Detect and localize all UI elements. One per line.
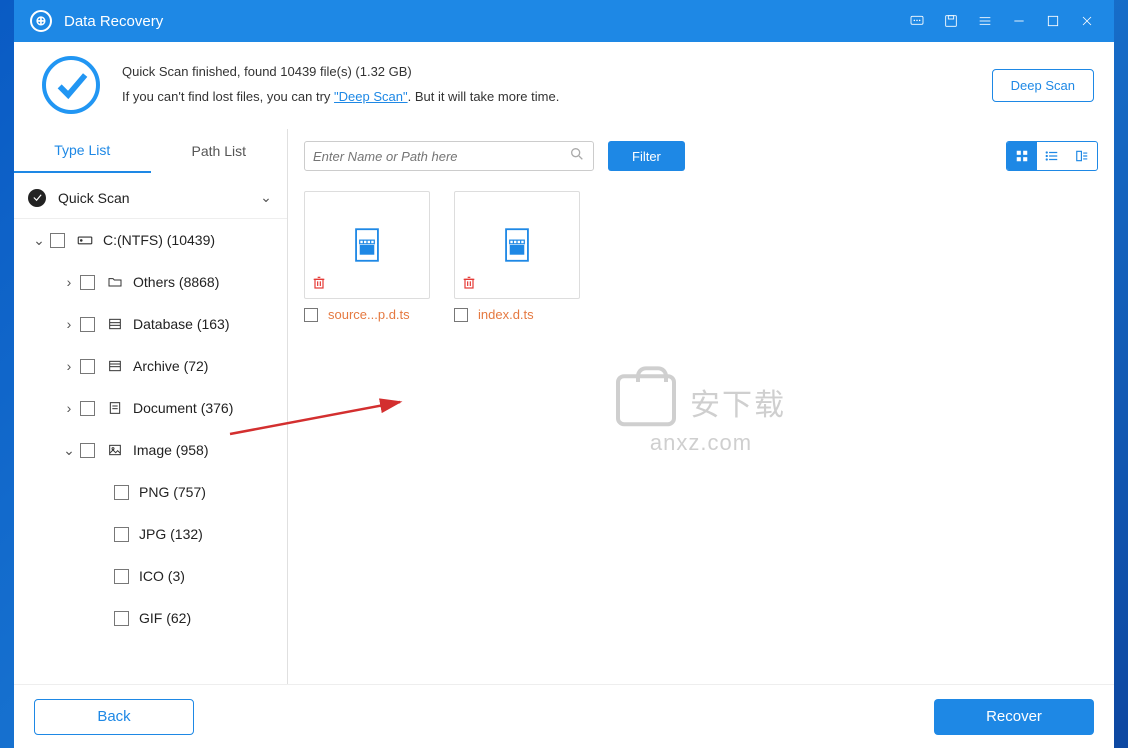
file-thumbnail[interactable] xyxy=(454,191,580,299)
app-window: ⊕ Data Recovery Quick Scan finished, fou… xyxy=(14,0,1114,748)
view-switch xyxy=(1006,141,1098,171)
file-item[interactable]: index.d.ts xyxy=(454,191,584,322)
banner-line2: If you can't find lost files, you can tr… xyxy=(122,85,992,110)
deep-scan-link[interactable]: "Deep Scan" xyxy=(334,89,408,104)
tree-item-image[interactable]: ⌄ Image (958) xyxy=(14,429,287,471)
database-icon xyxy=(105,314,125,334)
recover-button[interactable]: Recover xyxy=(934,699,1094,735)
app-title: Data Recovery xyxy=(64,13,900,30)
footer: Back Recover xyxy=(14,684,1114,748)
app-logo-icon: ⊕ xyxy=(30,10,52,32)
checkbox[interactable] xyxy=(114,527,129,542)
feedback-icon[interactable] xyxy=(900,0,934,42)
search-box[interactable] xyxy=(304,141,594,171)
deep-scan-button[interactable]: Deep Scan xyxy=(992,69,1094,102)
trash-icon xyxy=(461,274,481,294)
title-bar: ⊕ Data Recovery xyxy=(14,0,1114,42)
checkbox[interactable] xyxy=(80,317,95,332)
tree-item-gif[interactable]: GIF (62) xyxy=(14,597,287,639)
maximize-button[interactable] xyxy=(1036,0,1070,42)
search-input[interactable] xyxy=(313,149,569,164)
checkbox[interactable] xyxy=(114,569,129,584)
minimize-button[interactable] xyxy=(1002,0,1036,42)
checkbox[interactable] xyxy=(114,485,129,500)
check-badge-icon xyxy=(28,189,46,207)
chevron-down-icon[interactable]: ⌄ xyxy=(28,232,50,249)
grid-view-button[interactable] xyxy=(1007,142,1037,170)
trash-icon xyxy=(311,274,331,294)
file-tree: Quick Scan ⌄ ⌄ C:(NTFS) (10439) › Others… xyxy=(14,173,287,684)
tree-item-others[interactable]: › Others (8868) xyxy=(14,261,287,303)
tree-item-ico[interactable]: ICO (3) xyxy=(14,555,287,597)
checkbox[interactable] xyxy=(50,233,65,248)
save-icon[interactable] xyxy=(934,0,968,42)
video-file-icon xyxy=(502,228,532,262)
tree-item-archive[interactable]: › Archive (72) xyxy=(14,345,287,387)
close-button[interactable] xyxy=(1070,0,1104,42)
video-file-icon xyxy=(352,228,382,262)
detail-view-button[interactable] xyxy=(1067,142,1097,170)
tree-item-document[interactable]: › Document (376) xyxy=(14,387,287,429)
chevron-right-icon[interactable]: › xyxy=(58,274,80,290)
watermark: 安下载 anxz.com xyxy=(616,374,786,456)
checkbox[interactable] xyxy=(80,401,95,416)
tree-item-png[interactable]: PNG (757) xyxy=(14,471,287,513)
tree-item-jpg[interactable]: JPG (132) xyxy=(14,513,287,555)
filter-button[interactable]: Filter xyxy=(608,141,685,171)
image-icon xyxy=(105,440,125,460)
checkbox[interactable] xyxy=(114,611,129,626)
folder-icon xyxy=(105,272,125,292)
archive-icon xyxy=(105,356,125,376)
checkbox[interactable] xyxy=(80,443,95,458)
list-view-button[interactable] xyxy=(1037,142,1067,170)
search-icon[interactable] xyxy=(569,146,585,167)
content-pane: Filter source...p.d.ts xyxy=(288,129,1114,684)
tree-root[interactable]: Quick Scan ⌄ xyxy=(14,177,287,219)
main-area: Type List Path List Quick Scan ⌄ ⌄ C:(NT… xyxy=(14,129,1114,684)
document-icon xyxy=(105,398,125,418)
back-button[interactable]: Back xyxy=(34,699,194,735)
tab-type-list[interactable]: Type List xyxy=(14,129,151,173)
tree-drive[interactable]: ⌄ C:(NTFS) (10439) xyxy=(14,219,287,261)
checkbox[interactable] xyxy=(304,308,318,322)
chevron-down-icon[interactable]: ⌄ xyxy=(255,189,277,206)
drive-icon xyxy=(75,230,95,250)
chevron-right-icon[interactable]: › xyxy=(58,316,80,332)
checkbox[interactable] xyxy=(80,359,95,374)
content-toolbar: Filter xyxy=(304,141,1098,171)
tab-path-list[interactable]: Path List xyxy=(151,129,288,173)
menu-icon[interactable] xyxy=(968,0,1002,42)
tree-item-database[interactable]: › Database (163) xyxy=(14,303,287,345)
file-item[interactable]: source...p.d.ts xyxy=(304,191,434,322)
checkbox[interactable] xyxy=(454,308,468,322)
file-name: index.d.ts xyxy=(478,307,534,322)
file-name: source...p.d.ts xyxy=(328,307,410,322)
sidebar-tabs: Type List Path List xyxy=(14,129,287,173)
file-thumbnail[interactable] xyxy=(304,191,430,299)
check-icon xyxy=(42,56,100,114)
banner-message: Quick Scan finished, found 10439 file(s)… xyxy=(122,60,992,109)
chevron-right-icon[interactable]: › xyxy=(58,358,80,374)
banner-line1: Quick Scan finished, found 10439 file(s)… xyxy=(122,60,992,85)
sidebar: Type List Path List Quick Scan ⌄ ⌄ C:(NT… xyxy=(14,129,288,684)
scan-status-banner: Quick Scan finished, found 10439 file(s)… xyxy=(14,42,1114,129)
file-grid: source...p.d.ts index.d.ts xyxy=(304,191,1098,322)
checkbox[interactable] xyxy=(80,275,95,290)
chevron-right-icon[interactable]: › xyxy=(58,400,80,416)
chevron-down-icon[interactable]: ⌄ xyxy=(58,442,80,459)
